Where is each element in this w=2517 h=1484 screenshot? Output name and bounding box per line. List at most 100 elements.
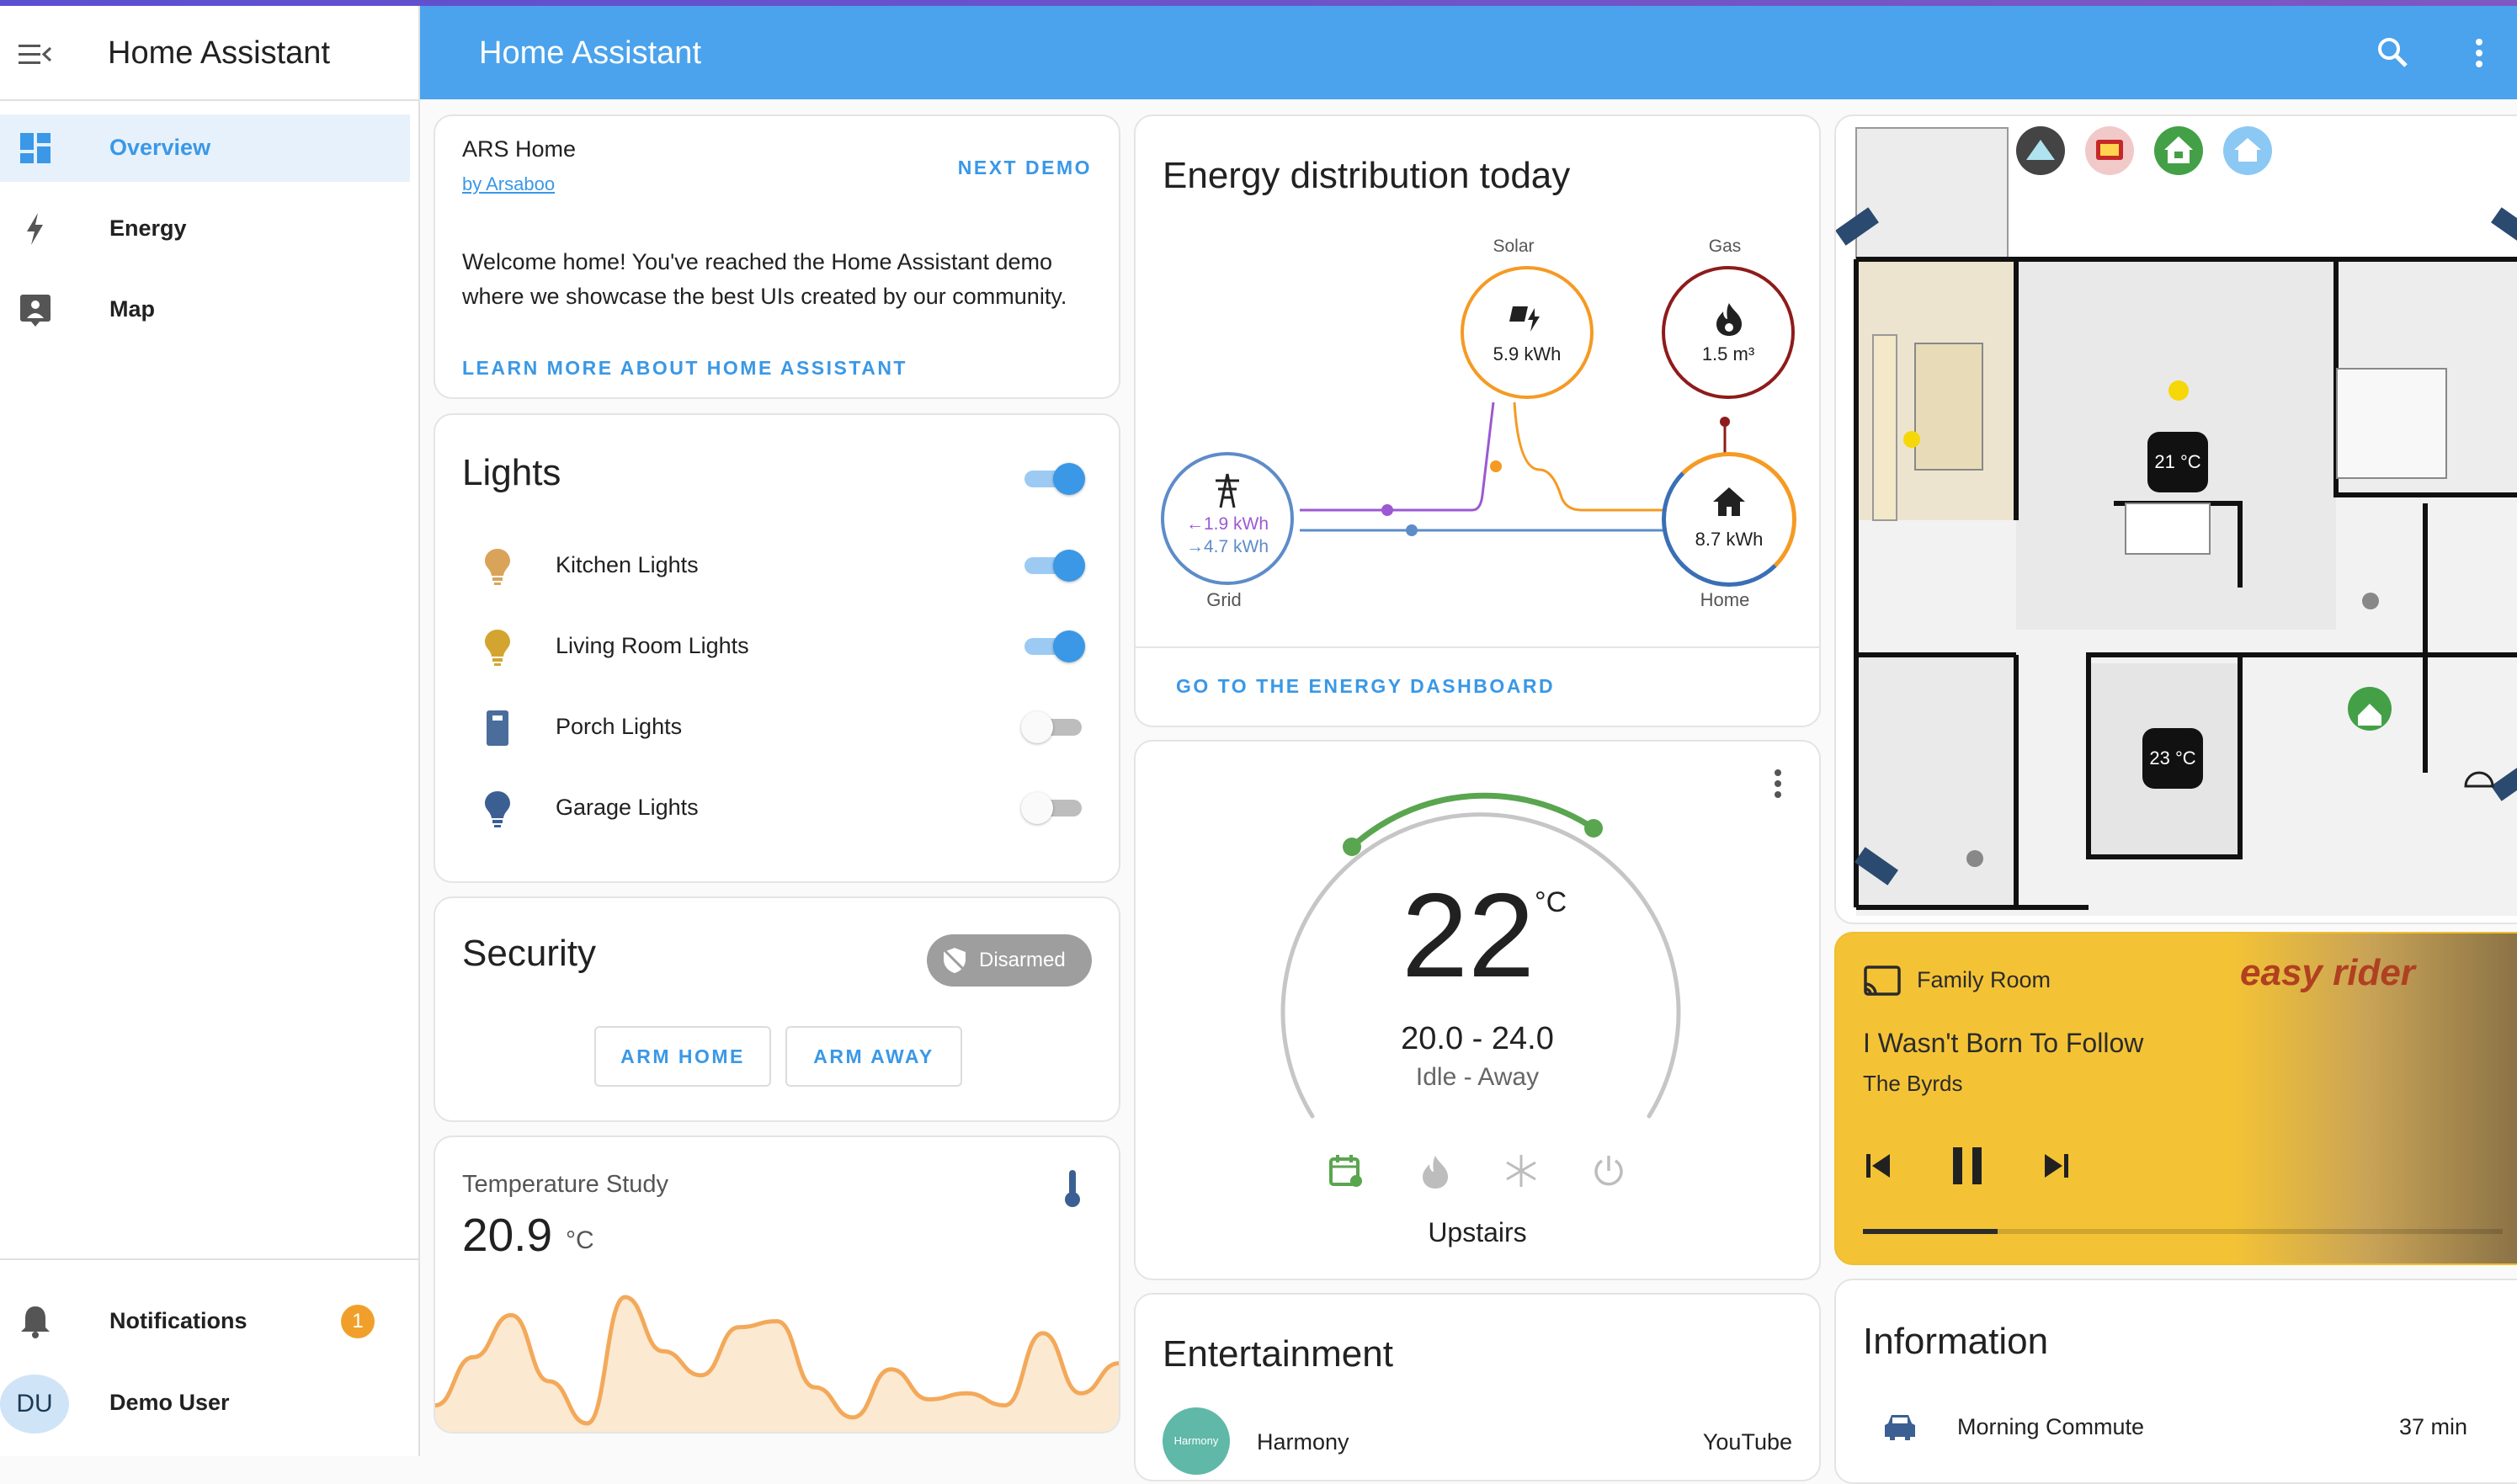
page-title: Home Assistant — [479, 35, 701, 71]
light-name: Porch Lights — [556, 714, 683, 739]
home-node[interactable]: 8.7 kWh — [1662, 452, 1796, 587]
grid-node[interactable]: ←1.9 kWh →4.7 kWh — [1161, 452, 1294, 585]
album-art-text: easy rider — [2240, 952, 2415, 993]
grid-import-value: ←1.9 kWh — [1185, 514, 1269, 534]
home-label: Home — [1700, 589, 1750, 610]
solar-node[interactable]: 5.9 kWh — [1461, 266, 1594, 399]
lamp-icon — [487, 710, 508, 746]
arm-away-button[interactable]: ARM AWAY — [785, 1026, 962, 1087]
author-link[interactable]: by Arsaboo — [462, 173, 555, 195]
pause-icon[interactable] — [1944, 1142, 1991, 1189]
alarm-state: Disarmed — [979, 949, 1066, 971]
energy-flow-lines — [1300, 402, 1730, 536]
lights-title: Lights — [462, 452, 561, 493]
home-value: 8.7 kWh — [1695, 529, 1764, 550]
skip-next-icon[interactable] — [2040, 1149, 2073, 1183]
dashboard-icon — [20, 133, 51, 163]
thermometer-icon — [1065, 1170, 1080, 1207]
thermostat-lower[interactable]: 23 °C — [2142, 728, 2203, 789]
transmission-tower-icon — [1216, 473, 1239, 508]
grid-export-value: →4.7 kWh — [1185, 537, 1269, 556]
thermostat-card: 22 °C 20.0 - 24.0 Idle - Away Upstairs — [1134, 740, 1821, 1280]
thermostat-upper[interactable]: 21 °C — [2147, 432, 2208, 492]
sensor-value: 37 min — [2398, 1414, 2467, 1439]
current-temperature: 22 — [1402, 869, 1535, 1003]
sidebar-item-user[interactable]: DU Demo User — [0, 1370, 410, 1437]
more-vertical-icon[interactable] — [2457, 31, 2501, 75]
entertainment-title: Entertainment — [1163, 1333, 1393, 1375]
sidebar-item-map[interactable]: Map — [0, 276, 410, 343]
gas-node[interactable]: 1.5 m³ — [1662, 266, 1795, 399]
demo-title: ARS Home — [462, 136, 577, 162]
demo-description: Welcome home! You've reached the Home As… — [462, 249, 1067, 309]
sensor-value: 20.9 — [462, 1209, 553, 1261]
sidebar-item-overview[interactable]: Overview — [0, 114, 410, 182]
living-room-lights-toggle[interactable] — [1021, 629, 1085, 662]
sidebar-item-notifications[interactable]: Notifications 1 — [0, 1288, 410, 1355]
notification-badge: 1 — [341, 1305, 375, 1338]
menu-icon[interactable] — [17, 40, 56, 70]
media-player-card: easy rider Family Room I Wasn't Born To … — [1834, 932, 2517, 1265]
light-name: Kitchen Lights — [556, 552, 699, 577]
skip-previous-icon[interactable] — [1861, 1149, 1895, 1183]
lightning-icon — [27, 213, 43, 245]
progress-track[interactable] — [1863, 1229, 2503, 1234]
car-icon — [1885, 1415, 1915, 1440]
more-vertical-icon[interactable] — [1765, 767, 1791, 801]
sidebar: Home Assistant Overview Energy Map Notif… — [0, 6, 420, 1456]
home-icon[interactable] — [2223, 126, 2272, 175]
card-divider — [1136, 646, 1819, 648]
entertainment-card: Entertainment Harmony Harmony YouTube — [1134, 1293, 1821, 1481]
kitchen-lights-toggle[interactable] — [1021, 548, 1085, 582]
garage-lights-toggle[interactable] — [1021, 790, 1085, 824]
sidebar-item-label: Map — [109, 296, 155, 322]
tv-icon[interactable] — [2085, 126, 2134, 175]
cast-icon — [1864, 965, 1901, 996]
mountain-icon[interactable] — [2016, 126, 2065, 175]
target-range: 20.0 - 24.0 — [1401, 1021, 1554, 1056]
snowflake-icon[interactable] — [1503, 1152, 1540, 1189]
status-badge: Disarmed — [927, 934, 1092, 987]
sidebar-item-label: Energy — [109, 215, 187, 241]
bell-icon — [21, 1306, 50, 1338]
harmony-logo: Harmony — [1163, 1407, 1230, 1475]
map-icon — [20, 295, 51, 327]
home-lock-icon[interactable] — [2154, 126, 2203, 175]
shield-off-icon — [942, 948, 967, 973]
temperature-unit: °C — [1535, 886, 1567, 918]
arm-home-button[interactable]: ARM HOME — [594, 1026, 771, 1087]
information-card: Information Morning Commute 37 min — [1834, 1279, 2517, 1484]
device-name: Harmony — [1257, 1429, 1349, 1455]
learn-more-link[interactable]: LEARN MORE ABOUT HOME ASSISTANT — [462, 357, 907, 380]
user-name: Demo User — [109, 1390, 230, 1415]
next-demo-button[interactable]: NEXT DEMO — [958, 157, 1092, 179]
activity-select[interactable]: YouTube — [1703, 1429, 1792, 1455]
solar-value: 5.9 kWh — [1493, 343, 1562, 364]
app-header: Home Assistant — [420, 6, 2517, 99]
security-card: Security Disarmed ARM HOME ARM AWAY — [434, 896, 1120, 1122]
demo-card: ARS Home by Arsaboo NEXT DEMO Welcome ho… — [434, 114, 1120, 399]
sidebar-divider — [0, 1258, 418, 1260]
lights-master-toggle[interactable] — [1021, 461, 1085, 495]
light-name: Garage Lights — [556, 795, 699, 820]
flame-icon[interactable] — [1418, 1154, 1452, 1189]
search-icon[interactable] — [2371, 31, 2415, 75]
power-icon[interactable] — [1590, 1152, 1627, 1189]
media-room: Family Room — [1917, 967, 2051, 992]
gas-label: Gas — [1708, 237, 1742, 256]
grid-label: Grid — [1206, 589, 1242, 610]
home-icon — [1713, 487, 1745, 516]
sensor-unit: °C — [566, 1226, 594, 1254]
porch-lights-toggle[interactable] — [1021, 710, 1085, 743]
notifications-label: Notifications — [109, 1308, 247, 1333]
sidebar-item-energy[interactable]: Energy — [0, 195, 410, 263]
floorplan-card: 21 °C 23 °C — [1834, 114, 2517, 924]
progress-fill — [1863, 1229, 1998, 1234]
floorplan — [1836, 127, 2517, 916]
bulb-icon — [485, 630, 510, 666]
calendar-sync-icon[interactable] — [1328, 1152, 1365, 1189]
energy-dashboard-link[interactable]: GO TO THE ENERGY DASHBOARD — [1176, 675, 1555, 698]
temperature-graph — [435, 1295, 1119, 1432]
temperature-area — [435, 1297, 1119, 1432]
sidebar-header: Home Assistant — [0, 6, 418, 101]
